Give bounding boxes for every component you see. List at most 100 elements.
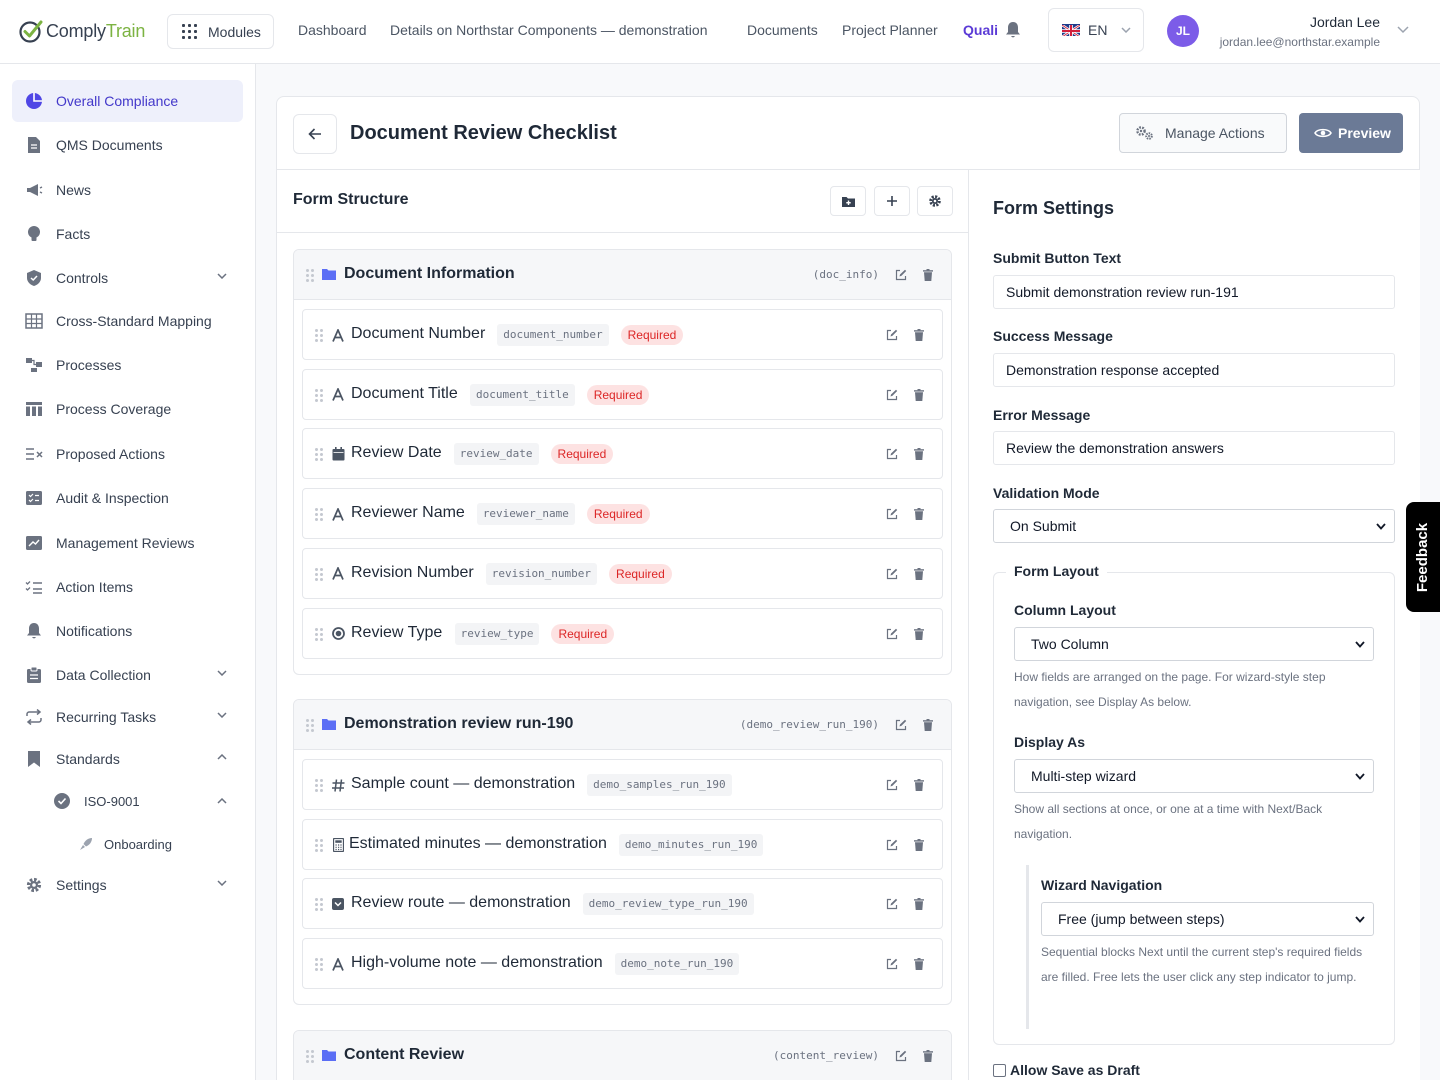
field-row[interactable]: High-volume note — demonstration demo_not…: [302, 938, 943, 990]
drag-handle-icon[interactable]: [315, 508, 323, 522]
user-menu-chevron-icon[interactable]: [1397, 26, 1409, 34]
trash-icon[interactable]: [923, 269, 933, 281]
edit-icon[interactable]: [886, 898, 898, 910]
form-settings-button[interactable]: [917, 186, 953, 216]
manage-actions-button[interactable]: Manage Actions: [1119, 113, 1287, 153]
sidebar-item-controls[interactable]: Controls: [12, 257, 243, 299]
section-header: Demonstration review run-190 (demo_revie…: [294, 700, 951, 750]
drag-handle-icon[interactable]: [306, 269, 314, 282]
field-row[interactable]: Review Date review_date Required: [302, 428, 943, 480]
calendar-icon: [331, 446, 345, 462]
submit-button-text-input[interactable]: Submit demonstration review run-191: [993, 275, 1395, 309]
trash-icon[interactable]: [914, 898, 924, 911]
drag-handle-icon[interactable]: [315, 567, 323, 581]
drag-handle-icon[interactable]: [315, 898, 323, 912]
trash-icon[interactable]: [914, 567, 924, 580]
bell-icon[interactable]: [1005, 21, 1021, 39]
sidebar-item-proposed-actions[interactable]: Proposed Actions: [12, 433, 243, 475]
edit-icon[interactable]: [886, 389, 898, 401]
sidebar-item-notifications[interactable]: Notifications: [12, 610, 243, 652]
drag-handle-icon[interactable]: [315, 329, 323, 342]
sidebar-item-cross-standard-mapping[interactable]: Cross-Standard Mapping: [12, 300, 243, 342]
sidebar-item-processes[interactable]: Processes: [12, 344, 243, 386]
field-row[interactable]: Review route — demonstration demo_review_…: [302, 878, 943, 930]
trash-icon[interactable]: [914, 448, 924, 461]
trash-icon[interactable]: [923, 719, 933, 731]
field-row[interactable]: Document Number document_number Required: [302, 309, 943, 360]
sidebar-item-news[interactable]: News: [12, 169, 243, 211]
nav-project-planner[interactable]: Project Planner: [842, 22, 938, 38]
drag-handle-icon[interactable]: [315, 448, 323, 462]
column-layout-select[interactable]: Two Column: [1014, 627, 1374, 661]
preview-button[interactable]: Preview: [1299, 113, 1403, 153]
sidebar-item-recurring-tasks[interactable]: Recurring Tasks: [12, 696, 243, 738]
trash-icon[interactable]: [914, 958, 924, 971]
allow-draft-checkbox[interactable]: [993, 1063, 1006, 1077]
field-row[interactable]: Estimated minutes — demonstration demo_mi…: [302, 818, 943, 870]
submit-button-text-label: Submit Button Text: [993, 250, 1122, 266]
field-row[interactable]: Revision Number revision_number Required: [302, 547, 943, 599]
edit-icon[interactable]: [886, 839, 898, 851]
drag-handle-icon[interactable]: [306, 719, 314, 732]
nav-project-details[interactable]: Details on Northstar Components — demons…: [390, 22, 707, 38]
back-button[interactable]: [293, 114, 337, 154]
drag-handle-icon[interactable]: [315, 627, 323, 641]
edit-icon[interactable]: [886, 779, 898, 791]
edit-icon[interactable]: [895, 719, 907, 731]
drag-handle-icon[interactable]: [315, 838, 323, 852]
edit-icon[interactable]: [886, 628, 898, 640]
edit-icon[interactable]: [886, 329, 898, 341]
add-field-button[interactable]: [874, 186, 910, 216]
field-row[interactable]: Sample count — demonstration demo_samples…: [302, 759, 943, 810]
trash-icon[interactable]: [914, 508, 924, 521]
folder-icon: [322, 1050, 336, 1061]
sidebar-item-facts[interactable]: Facts: [12, 213, 243, 255]
display-as-select[interactable]: Multi-step wizard: [1014, 759, 1374, 793]
sidebar-item-overall-compliance[interactable]: Overall Compliance: [12, 80, 243, 122]
trash-icon[interactable]: [914, 329, 924, 341]
validation-mode-select[interactable]: On Submit: [993, 509, 1395, 543]
edit-icon[interactable]: [886, 958, 898, 970]
trash-icon[interactable]: [923, 1050, 933, 1062]
sidebar-item-standards[interactable]: Standards: [12, 738, 243, 780]
sidebar-item-settings[interactable]: Settings: [12, 864, 243, 906]
sidebar-item-audit-inspection[interactable]: Audit & Inspection: [12, 477, 243, 519]
error-message-input[interactable]: Review the demonstration answers: [993, 431, 1395, 465]
trash-icon[interactable]: [914, 838, 924, 851]
nav-dashboard[interactable]: Dashboard: [298, 22, 367, 38]
drag-handle-icon[interactable]: [306, 1050, 314, 1063]
drag-handle-icon[interactable]: [315, 779, 323, 792]
sidebar-item-action-items[interactable]: Action Items: [12, 566, 243, 608]
field-row[interactable]: Reviewer Name reviewer_name Required: [302, 488, 943, 540]
modules-button[interactable]: Modules: [167, 14, 274, 49]
success-message-input[interactable]: Demonstration response accepted: [993, 353, 1395, 387]
sidebar-item-onboarding[interactable]: Onboarding: [78, 834, 172, 854]
sidebar-item-management-reviews[interactable]: Management Reviews: [12, 522, 243, 564]
sidebar-item-qms-documents[interactable]: QMS Documents: [12, 124, 243, 166]
sidebar-item-iso-9001[interactable]: ISO-9001: [52, 791, 243, 811]
user-avatar[interactable]: JL: [1167, 15, 1199, 47]
nav-quali[interactable]: Quali: [963, 22, 998, 38]
sidebar-item-data-collection[interactable]: Data Collection: [12, 654, 243, 696]
edit-icon[interactable]: [886, 568, 898, 580]
nav-documents[interactable]: Documents: [747, 22, 818, 38]
edit-icon[interactable]: [895, 1050, 907, 1062]
feedback-tab[interactable]: Feedback: [1406, 502, 1440, 612]
field-label: Revision Number: [351, 563, 474, 581]
sidebar-item-process-coverage[interactable]: Process Coverage: [12, 388, 243, 430]
add-section-button[interactable]: [830, 186, 866, 216]
allow-draft-row[interactable]: Allow Save as Draft: [993, 1062, 1140, 1078]
drag-handle-icon[interactable]: [315, 958, 323, 972]
language-selector[interactable]: EN: [1048, 8, 1144, 52]
edit-icon[interactable]: [886, 508, 898, 520]
trash-icon[interactable]: [914, 779, 924, 791]
wizard-navigation-select[interactable]: Free (jump between steps): [1041, 902, 1374, 936]
trash-icon[interactable]: [914, 388, 924, 401]
field-row[interactable]: Document Title document_title Required: [302, 368, 943, 420]
field-row[interactable]: Review Type review_type Required: [302, 607, 943, 659]
edit-icon[interactable]: [886, 448, 898, 460]
app-logo[interactable]: ComplyTrain: [18, 17, 145, 45]
edit-icon[interactable]: [895, 269, 907, 281]
drag-handle-icon[interactable]: [315, 388, 323, 402]
trash-icon[interactable]: [914, 627, 924, 640]
